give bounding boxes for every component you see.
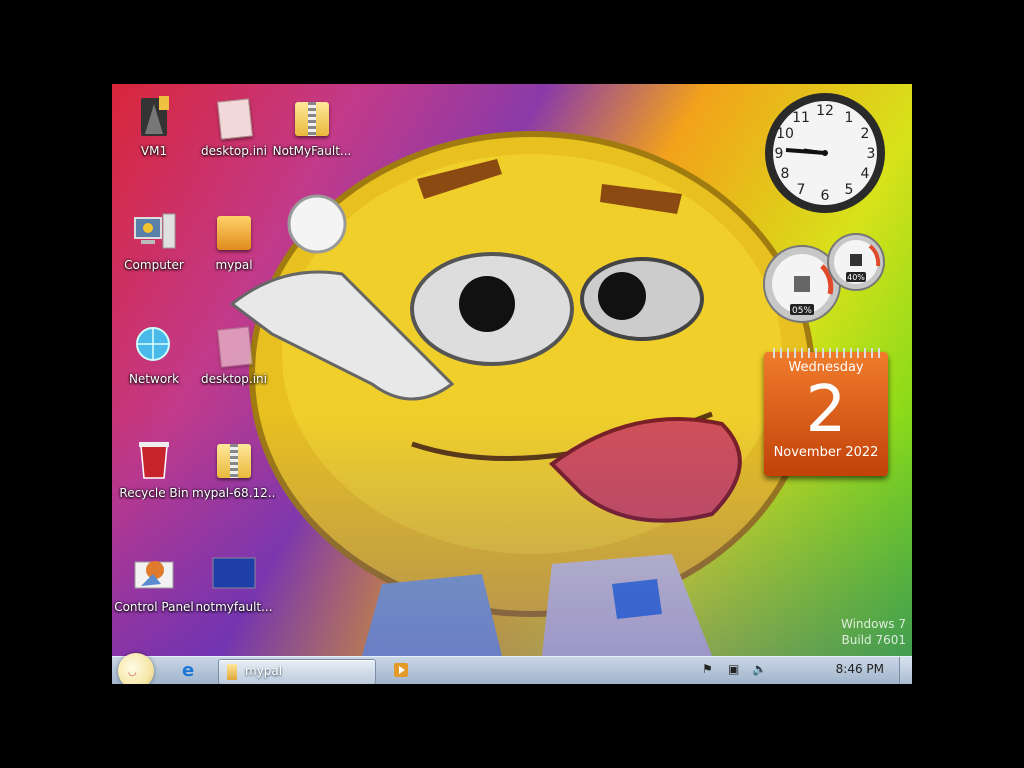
taskbar: ◡ e mypal ⚑ ▣ 🔈 8:46 PM [112, 653, 912, 684]
svg-text:2: 2 [861, 126, 870, 142]
watermark-line-2: Build 7601 [841, 633, 906, 647]
memory-usage-readout: 40% [847, 273, 865, 282]
gadgets: 12 1 2 345 678 9 10 11 05% 40% Wednesday… [112, 84, 912, 656]
svg-text:1: 1 [845, 110, 854, 126]
volume-icon[interactable]: 🔈 [752, 662, 767, 676]
svg-text:5: 5 [845, 182, 854, 198]
svg-text:12: 12 [816, 103, 834, 119]
media-player-icon[interactable] [394, 663, 408, 677]
watermark-line-1: Windows 7 [840, 617, 906, 631]
memory-meter-gadget[interactable]: 40% [826, 232, 886, 292]
taskbar-clock[interactable]: 8:46 PM [836, 662, 884, 676]
network-icon[interactable]: ▣ [728, 662, 739, 676]
smiley-icon: ◡ [128, 667, 137, 678]
windows-build-watermark: Windows 7 Build 7601 [841, 616, 906, 648]
svg-text:10: 10 [776, 126, 794, 142]
svg-text:9: 9 [775, 146, 784, 162]
taskbar-item-mypal[interactable]: mypal [218, 659, 376, 684]
clock-gadget[interactable]: 12 12 345 678 91011 [764, 92, 886, 214]
folder-icon [227, 664, 237, 680]
svg-text:11: 11 [792, 110, 810, 126]
svg-text:7: 7 [797, 182, 806, 198]
svg-text:3: 3 [867, 146, 876, 162]
cpu-usage-readout: 05% [792, 306, 812, 316]
svg-text:6: 6 [821, 188, 830, 204]
svg-text:4: 4 [861, 166, 870, 182]
svg-text:8: 8 [781, 166, 790, 182]
desktop: VM1 desktop.ini NotMyFault... Computer m… [112, 84, 912, 684]
calendar-day: 2 [805, 373, 847, 447]
show-desktop-button[interactable] [899, 657, 912, 684]
action-center-flag-icon[interactable]: ⚑ [702, 662, 713, 676]
system-tray: ⚑ ▣ 🔈 [702, 662, 802, 680]
calendar-gadget[interactable]: Wednesday 2 November 2022 [764, 348, 888, 476]
taskbar-item-label: mypal [245, 664, 283, 678]
internet-explorer-icon[interactable]: e [182, 661, 202, 681]
calendar-rings [768, 348, 884, 358]
calendar-month-year: November 2022 [773, 445, 879, 460]
start-button[interactable]: ◡ [118, 653, 154, 684]
